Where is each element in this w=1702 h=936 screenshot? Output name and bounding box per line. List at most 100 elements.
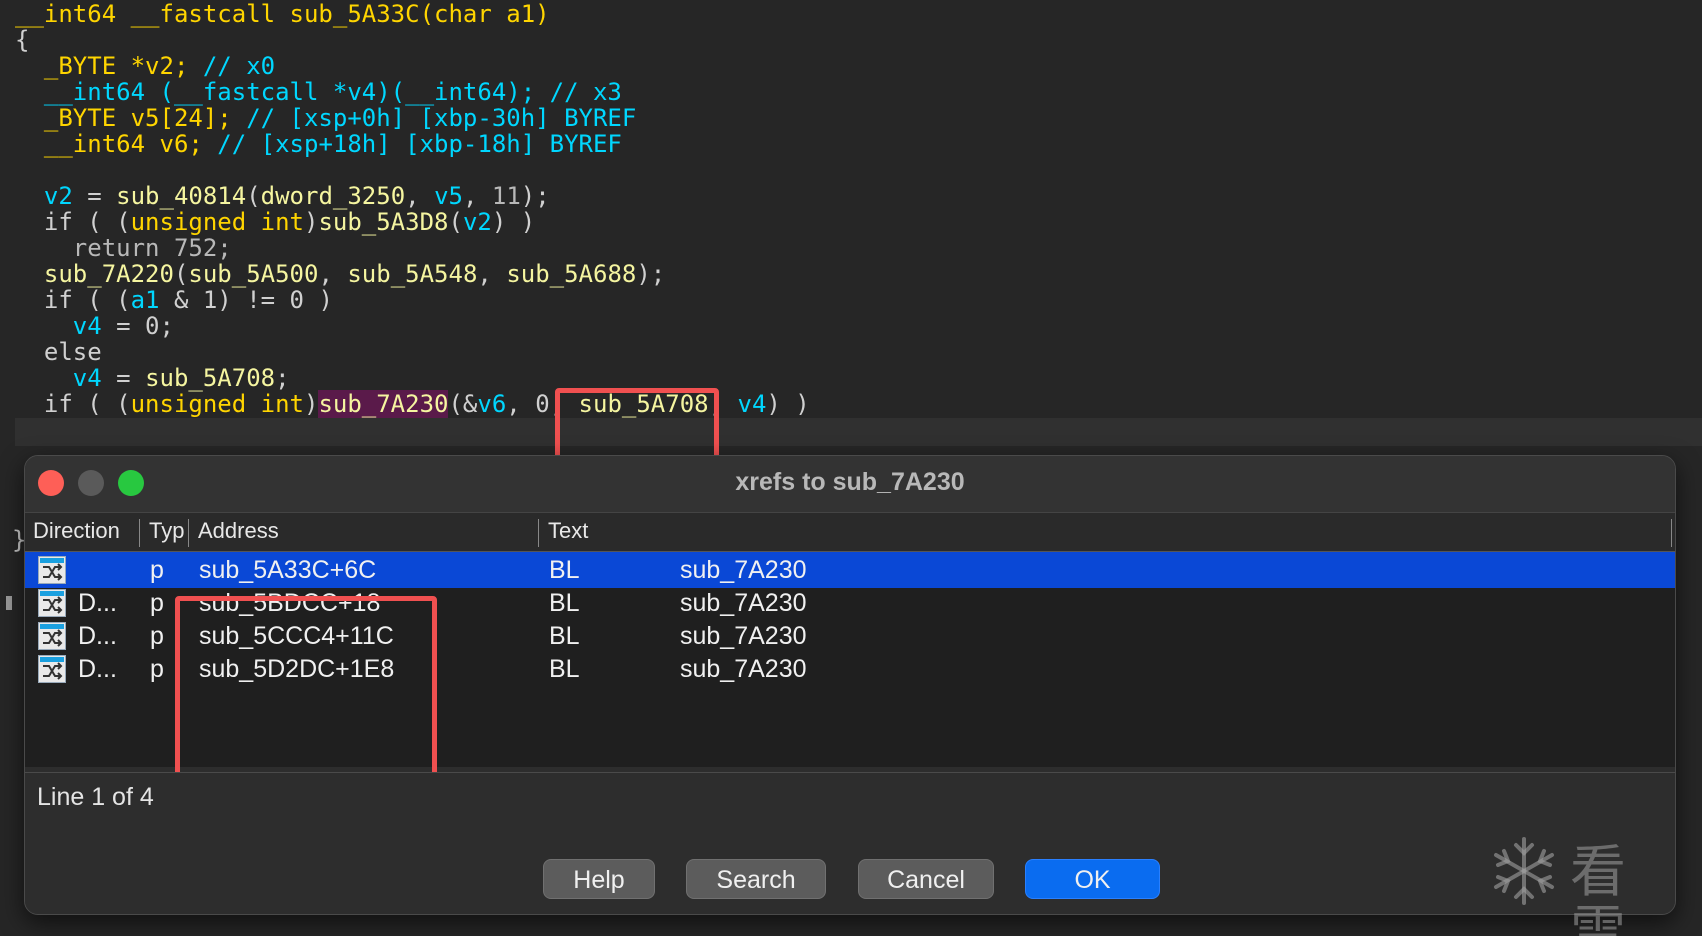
code-token: // [xsp+0h] [xbp-30h] BYREF [246,104,637,132]
code-line[interactable]: v4 = sub_5A708; [15,364,290,392]
column-divider[interactable] [538,519,539,547]
cancel-button[interactable]: Cancel [858,859,994,899]
code-token: __int64 v6; [15,130,218,158]
code-token: (& [448,390,478,418]
code-line[interactable]: _BYTE *v2; // x0 [15,52,275,80]
code-token: _BYTE v5[24]; [15,104,247,132]
xref-direction-icon [38,556,66,584]
column-header-direction[interactable]: Direction [25,513,120,551]
code-token: ); [636,260,666,288]
code-token: // [xsp+18h] [xbp-18h] BYREF [217,130,622,158]
code-token: v6 [477,390,507,418]
code-token: __int64 (__fastcall *v4)(__int64); [15,78,550,106]
code-token: if ( ( [15,286,131,314]
code-token: v5 [434,182,463,210]
code-token: ) [303,390,319,418]
code-token: ); [520,182,550,210]
code-token: sub_5A548 [347,260,478,288]
code-token: sub_5A3D8 [318,208,449,236]
row-text-mnemonic: BL [549,589,580,617]
code-line[interactable]: __int64 __fastcall sub_5A33C(char a1) [15,0,550,28]
code-token: __int64 __fastcall sub_5A33C(char a1) [15,0,550,28]
gutter-marker [6,596,12,610]
xref-direction-icon [38,589,66,617]
code-token: dword_3250 [260,182,406,210]
code-line[interactable]: if ( (a1 & 1) != 0 ) [15,286,333,314]
code-token: sub_7A230 [318,390,449,418]
row-direction: D... [78,622,117,650]
code-token: _BYTE *v2; [15,52,203,80]
row-direction: D... [78,655,117,683]
decompiler-code-view[interactable]: __int64 __fastcall sub_5A33C(char a1){ _… [0,0,1702,610]
search-button[interactable]: Search [686,859,826,899]
code-token: sub_5A708 [145,364,276,392]
code-line[interactable]: return 752; [15,234,232,262]
code-token: unsigned int [130,208,304,236]
code-token: , [405,182,435,210]
code-line[interactable]: sub_7A220(sub_5A500, sub_5A548, sub_5A68… [15,260,665,288]
code-token: v4 [15,312,102,340]
code-token: sub_7A220 [15,260,174,288]
code-token: ( [246,182,261,210]
row-text-mnemonic: BL [549,655,580,683]
code-token: v4 [737,390,767,418]
code-token: v2 [462,208,492,236]
code-token: a1 [130,286,160,314]
code-line[interactable]: __int64 (__fastcall *v4)(__int64); // x3 [15,78,622,106]
xref-direction-icon [38,655,66,683]
row-text-operand: sub_7A230 [680,556,807,584]
code-token: // x0 [202,52,276,80]
status-line-count: Line 1 of 4 [37,783,154,811]
code-token: = [72,182,117,210]
row-text-operand: sub_7A230 [680,622,807,650]
code-token: sub_40814 [116,182,247,210]
row-text-operand: sub_7A230 [680,655,807,683]
column-divider[interactable] [139,519,140,547]
code-line[interactable]: _BYTE v5[24]; // [xsp+0h] [xbp-30h] BYRE… [15,104,636,132]
code-line[interactable]: if ( (unsigned int)sub_5A3D8(v2) ) [15,208,535,236]
row-text-mnemonic: BL [549,622,580,650]
row-type: p [150,589,164,617]
column-divider[interactable] [188,519,189,547]
code-line[interactable]: __int64 v6; // [xsp+18h] [xbp-18h] BYREF [15,130,622,158]
code-token: { [15,26,30,54]
row-text-operand: sub_7A230 [680,589,807,617]
code-token: ( [448,208,463,236]
table-header: Direction Typ Address Text [25,513,1675,552]
code-token: if ( ( [15,390,131,418]
code-token: // x3 [549,78,622,106]
snowflake-icon [1494,837,1554,905]
code-line[interactable]: v2 = sub_40814(dword_3250, v5, 11); [15,182,550,210]
xref-direction-icon [38,622,66,650]
current-line-highlight [15,418,1702,446]
row-direction: D... [78,589,117,617]
code-line[interactable]: else [15,338,102,366]
xrefs-dialog: xrefs to sub_7A230 Direction Typ Address… [24,455,1676,915]
code-line[interactable]: v4 = 0; [15,312,174,340]
row-address: sub_5A33C+6C [199,556,377,584]
code-token: else [15,338,102,366]
column-header-address[interactable]: Address [190,513,279,551]
column-header-text[interactable]: Text [540,513,588,551]
table-row[interactable]: p sub_5A33C+6C BL sub_7A230 [25,552,1675,588]
code-token: sub_5A688 [506,260,637,288]
code-token: 11 [491,182,521,210]
code-token: if ( ( [15,208,131,236]
code-token: v2 [15,182,73,210]
code-token: unsigned int [130,390,304,418]
ok-button[interactable]: OK [1025,859,1160,899]
column-divider [1671,519,1672,547]
code-token: , [477,260,507,288]
dialog-footer: Line 1 of 4 Help Search Cancel OK [25,772,1675,913]
code-token: ; [275,364,290,392]
code-token: ) ) [491,208,536,236]
column-header-type[interactable]: Typ [141,513,184,551]
code-line[interactable]: { [15,26,29,54]
code-token: ( [173,260,189,288]
annotation-box-argument [555,388,719,462]
row-text-mnemonic: BL [549,556,580,584]
xrefs-table[interactable]: Direction Typ Address Text p sub_5A33C+6C… [25,512,1675,802]
help-button[interactable]: Help [543,859,655,899]
dialog-title: xrefs to sub_7A230 [735,468,965,496]
dialog-titlebar[interactable]: xrefs to sub_7A230 [25,456,1675,512]
